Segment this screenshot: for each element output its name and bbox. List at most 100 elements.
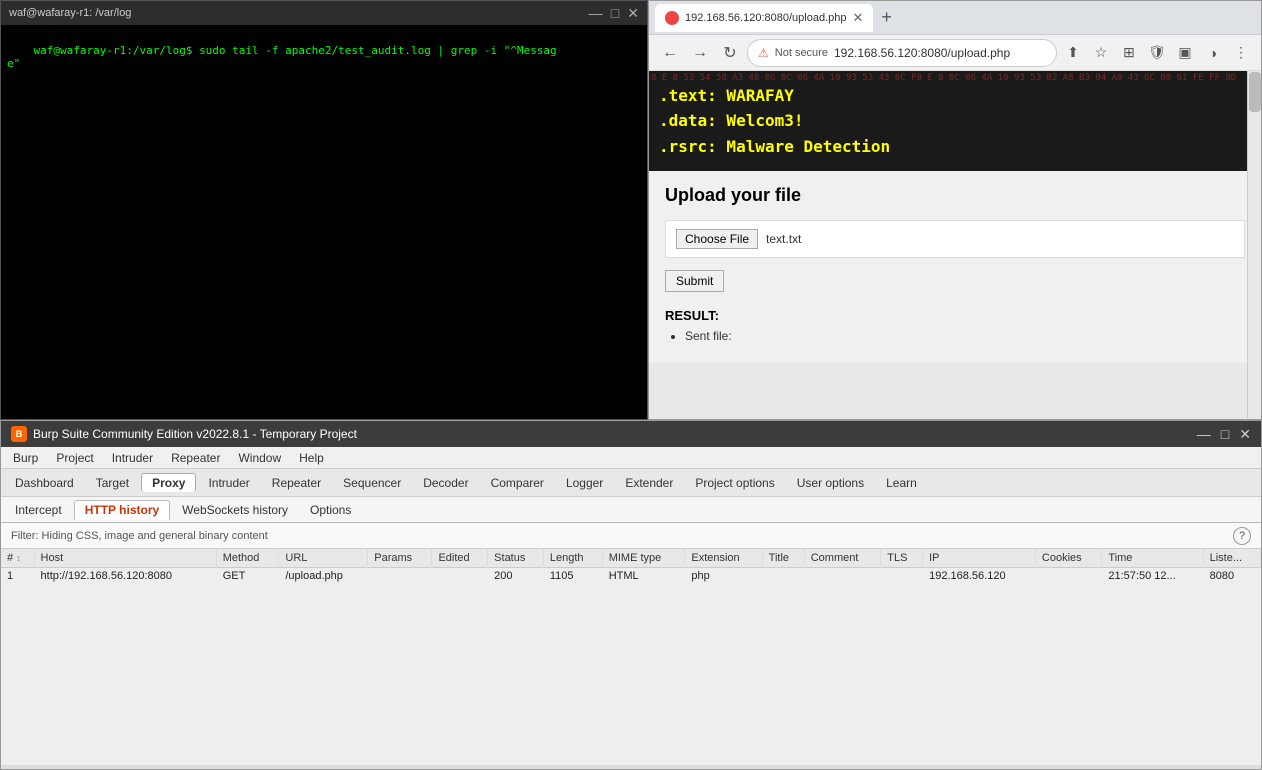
table-cell-extension: php [685,568,762,585]
result-label: RESULT: [665,308,1245,323]
tool-project-options[interactable]: Project options [685,474,784,492]
refresh-button[interactable]: ↻ [717,40,743,66]
tool-extender[interactable]: Extender [615,474,683,492]
file-upload-row: Choose File text.txt [665,220,1245,258]
col-params[interactable]: Params [368,549,432,568]
tool-comparer[interactable]: Comparer [481,474,554,492]
tool-dashboard[interactable]: Dashboard [5,474,84,492]
table-cell--: 1 [1,568,34,585]
extensions-icon[interactable]: ⊞ [1117,41,1141,65]
burp-logo-icon: B [11,426,27,442]
browser-navbar: ← → ↻ ⚠ Not secure 192.168.56.120:8080/u… [649,35,1261,71]
tab-intercept[interactable]: Intercept [5,501,72,519]
burp-win-controls: — □ ✕ [1197,426,1251,443]
browser-tab[interactable]: 192.168.56.120:8080/upload.php ✕ [655,4,873,32]
col-comment[interactable]: Comment [804,549,881,568]
table-cell-liste---: 8080 [1203,568,1260,585]
share-icon[interactable]: ⬆ [1061,41,1085,65]
table-row[interactable]: 1http://192.168.56.120:8080GET/upload.ph… [1,568,1261,585]
menu-help[interactable]: Help [291,449,332,467]
col-time[interactable]: Time [1102,549,1203,568]
tab-favicon [665,11,679,25]
terminal-controls: — □ ✕ [589,5,639,22]
tool-decoder[interactable]: Decoder [413,474,478,492]
tool-user-options[interactable]: User options [787,474,874,492]
burp-maximize[interactable]: □ [1221,426,1229,443]
menu-burp[interactable]: Burp [5,449,46,467]
terminal-content: waf@wafaray-r1:/var/log$ sudo tail -f ap… [7,44,557,70]
browser-window: 192.168.56.120:8080/upload.php ✕ + ← → ↻… [648,0,1262,420]
filter-help-icon[interactable]: ? [1233,527,1251,545]
browser-menu-icon[interactable]: ⋮ [1229,41,1253,65]
tool-logger[interactable]: Logger [556,474,613,492]
tool-sequencer[interactable]: Sequencer [333,474,411,492]
tab-websockets-history[interactable]: WebSockets history [172,501,298,519]
browser-scrollbar-thumb [1249,72,1261,112]
terminal-window: waf@wafaray-r1: /var/log — □ ✕ waf@wafar… [0,0,648,420]
col-length[interactable]: Length [543,549,602,568]
burp-minimize[interactable]: — [1197,426,1211,443]
burp-proxy-tabs: Intercept HTTP history WebSockets histor… [1,497,1261,523]
col-mime-type[interactable]: MIME type [602,549,685,568]
profile-icon[interactable]: ◑ [1201,41,1225,65]
choose-file-button[interactable]: Choose File [676,229,758,249]
col-listen[interactable]: Liste... [1203,549,1260,568]
burp-title: Burp Suite Community Edition v2022.8.1 -… [33,427,357,441]
tab-http-history[interactable]: HTTP history [74,500,170,520]
result-list: Sent file: [665,329,1245,343]
http-history-table: # ↕ Host Method URL Params Edited Status… [1,549,1261,584]
not-secure-label: Not secure [775,47,828,59]
menu-project[interactable]: Project [48,449,101,467]
terminal-minimize[interactable]: — [589,5,603,22]
table-cell-tls [881,568,923,585]
burp-extension-icon[interactable]: 🛡 [1145,41,1169,65]
table-cell-url: /upload.php [279,568,368,585]
address-bar[interactable]: ⚠ Not secure 192.168.56.120:8080/upload.… [747,39,1057,67]
col-ip[interactable]: IP [923,549,1036,568]
menu-intruder[interactable]: Intruder [104,449,161,467]
table-cell-length: 1105 [543,568,602,585]
tool-repeater[interactable]: Repeater [262,474,331,492]
hero-line3: .rsrc: Malware Detection [659,134,890,160]
back-button[interactable]: ← [657,40,683,66]
tool-learn[interactable]: Learn [876,474,927,492]
page-content: Upload your file Choose File text.txt Su… [649,171,1261,363]
new-tab-button[interactable]: + [877,7,896,28]
terminal-titlebar: waf@wafaray-r1: /var/log — □ ✕ [1,1,647,25]
tab-options[interactable]: Options [300,501,361,519]
col-method[interactable]: Method [216,549,279,568]
browser-page: 8 E 8 53 54 58 A3 48 06 8C 06 4A 10 93 5… [649,71,1261,419]
page-title: Upload your file [665,185,1245,206]
col-host[interactable]: Host [34,549,216,568]
col-extension[interactable]: Extension [685,549,762,568]
table-cell-title [762,568,804,585]
tool-target[interactable]: Target [86,474,139,492]
hero-line2: .data: Welcom3! [659,108,890,134]
burp-close[interactable]: ✕ [1239,426,1251,443]
col-title[interactable]: Title [762,549,804,568]
terminal-maximize[interactable]: □ [611,5,619,22]
tool-intruder[interactable]: Intruder [198,474,259,492]
security-warning-icon: ⚠ [758,46,769,60]
sidebar-icon[interactable]: ▣ [1173,41,1197,65]
bookmark-icon[interactable]: ☆ [1089,41,1113,65]
terminal-close[interactable]: ✕ [627,5,639,22]
tab-url-label: 192.168.56.120:8080/upload.php [685,12,847,24]
submit-button[interactable]: Submit [665,270,724,292]
col-num[interactable]: # ↕ [1,549,34,568]
col-cookies[interactable]: Cookies [1035,549,1102,568]
tab-close-btn[interactable]: ✕ [853,10,864,26]
col-status[interactable]: Status [488,549,544,568]
menu-window[interactable]: Window [230,449,289,467]
hero-banner-text: .text: WARAFAY .data: Welcom3! .rsrc: Ma… [659,83,890,160]
burp-logo: B Burp Suite Community Edition v2022.8.1… [11,426,357,442]
filter-text[interactable]: Filter: Hiding CSS, image and general bi… [11,530,268,542]
table-cell-mime-type: HTML [602,568,685,585]
browser-scrollbar[interactable] [1247,71,1261,419]
col-edited[interactable]: Edited [432,549,488,568]
menu-repeater[interactable]: Repeater [163,449,228,467]
forward-button[interactable]: → [687,40,713,66]
tool-proxy[interactable]: Proxy [141,473,196,492]
col-url[interactable]: URL [279,549,368,568]
col-tls[interactable]: TLS [881,549,923,568]
